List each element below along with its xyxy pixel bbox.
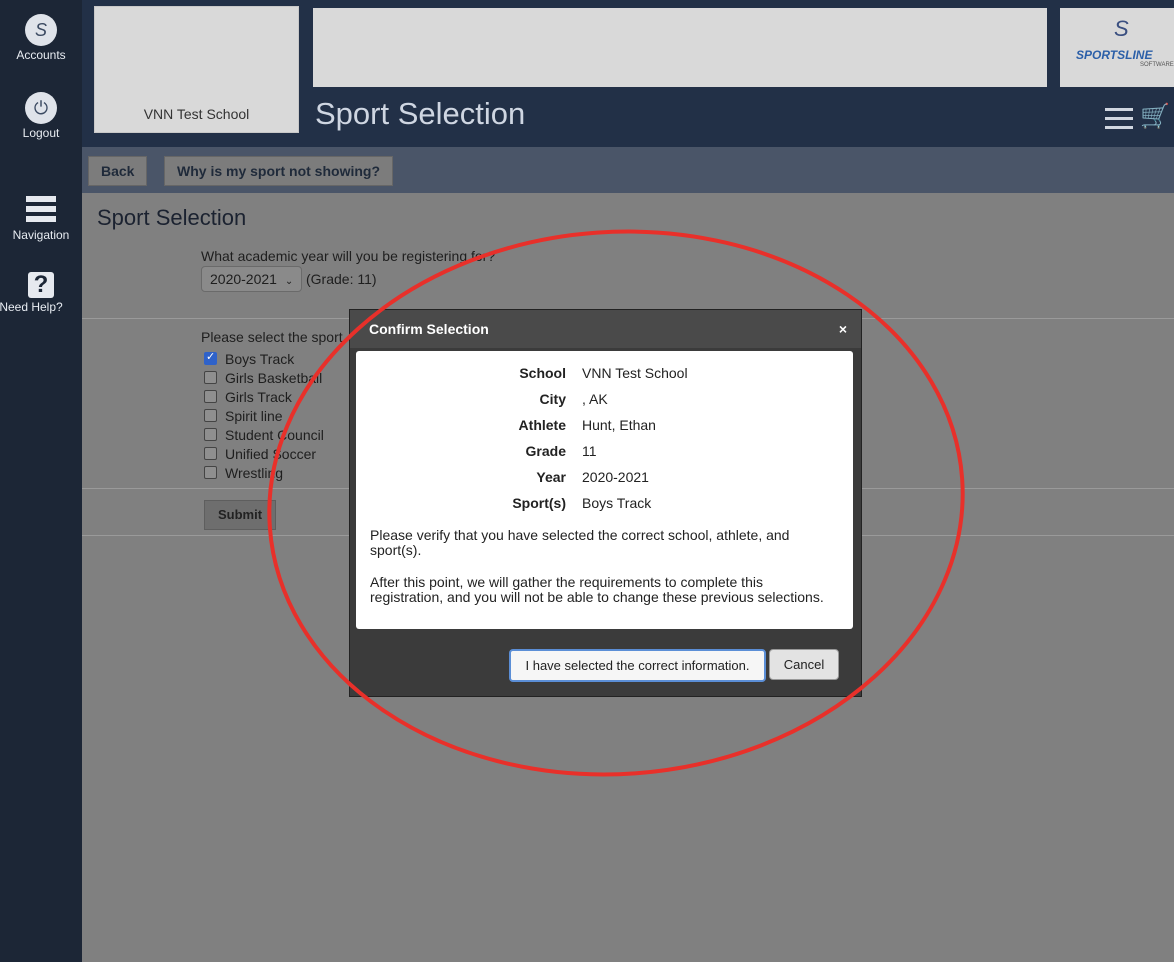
chevron-down-icon: ⌄ <box>284 276 294 287</box>
sport-option[interactable]: Student Council <box>204 425 324 444</box>
confirm-button[interactable]: I have selected the correct information. <box>509 649 766 682</box>
year-select[interactable]: 2020-2021 ⌄ <box>201 266 303 292</box>
summary-row: Athlete Hunt, Ethan <box>356 417 853 443</box>
hamburger-menu-icon[interactable] <box>1105 108 1133 130</box>
navigation-label: Navigation <box>12 228 70 242</box>
sportsline-wordmark: SPORTSLINE <box>1076 48 1153 62</box>
cart-icon[interactable]: 🛒 <box>1140 102 1170 131</box>
sport-label: Spirit line <box>225 407 283 424</box>
checkbox[interactable] <box>204 409 217 422</box>
why-not-showing-button[interactable]: Why is my sport not showing? <box>164 156 393 186</box>
help-label: Need Help? <box>0 300 63 314</box>
checkbox[interactable] <box>204 466 217 479</box>
summary-value: , AK <box>582 391 608 407</box>
dialog-title: Confirm Selection <box>369 321 489 337</box>
summary-row: School VNN Test School <box>356 365 853 391</box>
sport-option[interactable]: Girls Track <box>204 387 324 406</box>
summary-value: 2020-2021 <box>582 469 649 485</box>
sport-option[interactable]: Unified Soccer <box>204 444 324 463</box>
checkbox[interactable] <box>204 390 217 403</box>
cancel-button[interactable]: Cancel <box>769 649 839 680</box>
summary-row: City , AK <box>356 391 853 417</box>
sport-label: Boys Track <box>225 350 295 367</box>
summary-key: School <box>519 365 566 381</box>
sport-option[interactable]: Boys Track <box>204 349 324 368</box>
checkbox[interactable] <box>204 371 217 384</box>
accounts-label: Accounts <box>16 48 66 62</box>
sport-question: Please select the sport <box>201 329 343 345</box>
sport-label: Wrestling <box>225 464 284 481</box>
banner <box>313 8 1047 87</box>
checkbox-checked[interactable] <box>204 350 217 365</box>
summary-value: 11 <box>582 443 597 459</box>
summary-value: VNN Test School <box>582 365 688 381</box>
sport-option[interactable]: Spirit line <box>204 406 324 425</box>
power-icon: ⏻ <box>25 92 57 124</box>
dialog-body: School VNN Test School City , AK Athlete… <box>356 351 853 629</box>
dialog-titlebar: Confirm Selection × <box>350 310 861 348</box>
after-text: After this point, we will gather the req… <box>370 574 824 605</box>
sport-label: Girls Basketball <box>225 369 323 386</box>
summary-row: Grade 11 <box>356 443 853 469</box>
sport-label: Student Council <box>225 426 324 443</box>
summary-table: School VNN Test School City , AK Athlete… <box>356 365 853 521</box>
accounts-icon: S <box>25 14 57 46</box>
summary-key: Athlete <box>518 417 566 433</box>
checkbox[interactable] <box>204 428 217 441</box>
sport-label: Girls Track <box>225 388 292 405</box>
sport-option[interactable]: Wrestling <box>204 463 324 482</box>
summary-key: Sport(s) <box>512 495 566 511</box>
summary-key: Grade <box>525 443 566 459</box>
summary-key: Year <box>536 469 566 485</box>
confirm-dialog: Confirm Selection × School VNN Test Scho… <box>349 309 862 697</box>
verify-text: Please verify that you have selected the… <box>370 527 790 558</box>
grade-note: (Grade: 11) <box>306 271 377 287</box>
accounts-nav[interactable]: S Accounts <box>0 14 82 62</box>
checkbox[interactable] <box>204 447 217 460</box>
sportsline-sub: SOFTWARE <box>1140 62 1174 68</box>
school-name: VNN Test School <box>143 106 250 122</box>
section-title: Sport Selection <box>97 205 247 230</box>
close-icon[interactable]: × <box>839 310 847 348</box>
back-button[interactable]: Back <box>88 156 148 186</box>
navigation-nav[interactable]: Navigation <box>0 196 82 242</box>
year-question: What academic year will you be registeri… <box>201 248 496 264</box>
logout-nav[interactable]: ⏻ Logout <box>0 92 82 140</box>
left-rail: S Accounts ⏻ Logout Navigation ? Need He… <box>0 0 82 962</box>
sport-list: Boys Track Girls Basketball Girls Track … <box>204 349 324 482</box>
summary-row: Sport(s) Boys Track <box>356 495 853 521</box>
help-nav[interactable]: ? Need Help? <box>0 272 82 315</box>
summary-value: Boys Track <box>582 495 652 511</box>
summary-key: City <box>539 391 566 407</box>
page-header: VNN Test School S SPORTSLINE SOFTWARE Sp… <box>82 0 1174 147</box>
summary-value: Hunt, Ethan <box>582 417 656 433</box>
question-icon: ? <box>28 272 54 298</box>
list-icon <box>26 196 56 222</box>
sport-option[interactable]: Girls Basketball <box>204 368 324 387</box>
school-logo-box: VNN Test School <box>94 6 299 133</box>
year-select-value: 2020-2021 <box>210 271 277 287</box>
summary-row: Year 2020-2021 <box>356 469 853 495</box>
sportsline-logo: S SPORTSLINE SOFTWARE <box>1060 8 1174 87</box>
logout-label: Logout <box>22 126 60 140</box>
sport-label: Unified Soccer <box>225 445 317 462</box>
sportsline-s-icon: S <box>1114 16 1129 41</box>
toolbar: Back Why is my sport not showing? <box>82 147 1174 193</box>
submit-button[interactable]: Submit <box>204 500 276 530</box>
page-title: Sport Selection <box>315 96 526 131</box>
